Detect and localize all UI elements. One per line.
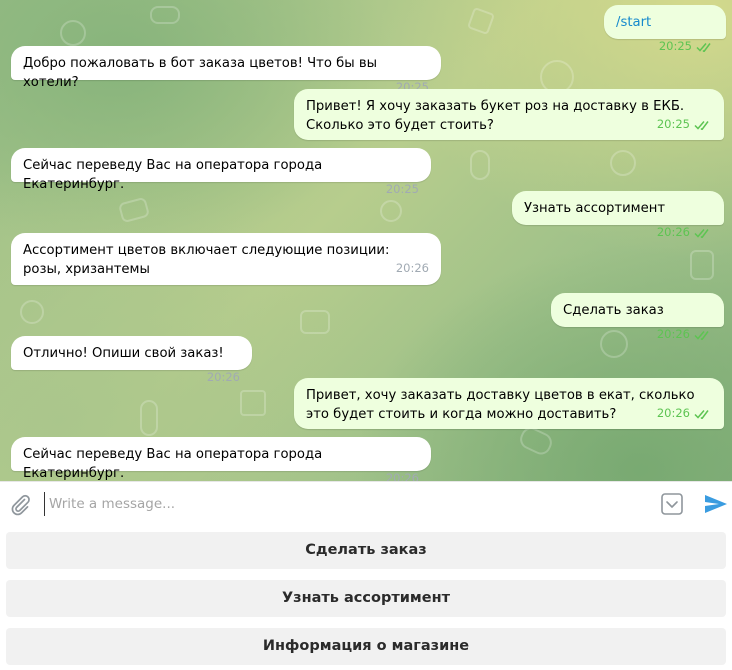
message-meta: 20:26: [386, 470, 419, 481]
message-meta: 20:26: [657, 326, 712, 342]
message-time: 20:26: [656, 225, 690, 239]
message-meta: 20:26: [657, 224, 712, 240]
keyboard-button-shop-info[interactable]: Информация о магазине: [6, 628, 726, 665]
message-text: Узнать ассортимент: [524, 201, 666, 216]
message-meta: 20:26: [396, 260, 429, 276]
keyboard-toggle-icon[interactable]: [660, 492, 684, 516]
chat-history[interactable]: /start 20:25 Добро пожаловать в бот зака…: [0, 0, 732, 481]
message-meta: 20:25: [659, 38, 714, 54]
message-incoming[interactable]: Добро пожаловать в бот заказа цветов! Чт…: [11, 46, 441, 94]
bot-command-link[interactable]: /start: [616, 15, 651, 30]
paperclip-icon[interactable]: [8, 493, 32, 517]
message-composer: [0, 481, 732, 527]
message-text: Привет! Я хочу заказать букет роз на дос…: [306, 99, 685, 133]
message-meta: 20:26: [657, 405, 712, 421]
message-time: 20:25: [658, 39, 692, 53]
message-time: 20:25: [656, 117, 690, 131]
double-check-icon: [694, 121, 709, 131]
message-incoming[interactable]: Сейчас переведу Вас на оператора города …: [11, 148, 431, 196]
send-icon[interactable]: [703, 492, 729, 516]
message-outgoing[interactable]: /start 20:25: [604, 5, 726, 53]
message-input[interactable]: [44, 492, 644, 516]
double-check-icon: [694, 331, 709, 341]
message-time: 20:26: [385, 471, 419, 481]
message-meta: 20:25: [386, 181, 419, 197]
bot-reply-keyboard: Сделать заказ Узнать ассортимент Информа…: [0, 527, 732, 670]
keyboard-button-assortment[interactable]: Узнать ассортимент: [6, 580, 726, 617]
keyboard-button-make-order[interactable]: Сделать заказ: [6, 532, 726, 569]
message-text: Сделать заказ: [563, 303, 664, 318]
message-time: 20:26: [656, 406, 690, 420]
message-time: 20:26: [206, 370, 240, 384]
message-time: 20:26: [656, 327, 690, 341]
message-incoming[interactable]: Ассортимент цветов включает следующие по…: [11, 233, 441, 285]
message-outgoing[interactable]: Привет, хочу заказать доставку цветов в …: [294, 378, 724, 429]
message-meta: 20:26: [207, 369, 240, 385]
message-incoming[interactable]: Отлично! Опиши свой заказ! 20:26: [11, 336, 252, 384]
message-outgoing[interactable]: Привет! Я хочу заказать букет роз на дос…: [294, 89, 724, 140]
message-time: 20:25: [385, 182, 419, 196]
message-outgoing[interactable]: Сделать заказ 20:26: [551, 293, 724, 341]
double-check-icon: [694, 410, 709, 420]
message-outgoing[interactable]: Узнать ассортимент 20:26: [512, 191, 724, 239]
double-check-icon: [696, 43, 711, 53]
message-meta: 20:25: [657, 116, 712, 132]
message-time: 20:26: [395, 261, 429, 275]
message-text: Отлично! Опиши свой заказ!: [23, 346, 224, 361]
message-text: Ассортимент цветов включает следующие по…: [23, 243, 390, 277]
double-check-icon: [694, 229, 709, 239]
message-text: Привет, хочу заказать доставку цветов в …: [306, 388, 695, 422]
message-incoming[interactable]: Сейчас переведу Вас на оператора города …: [11, 437, 431, 481]
